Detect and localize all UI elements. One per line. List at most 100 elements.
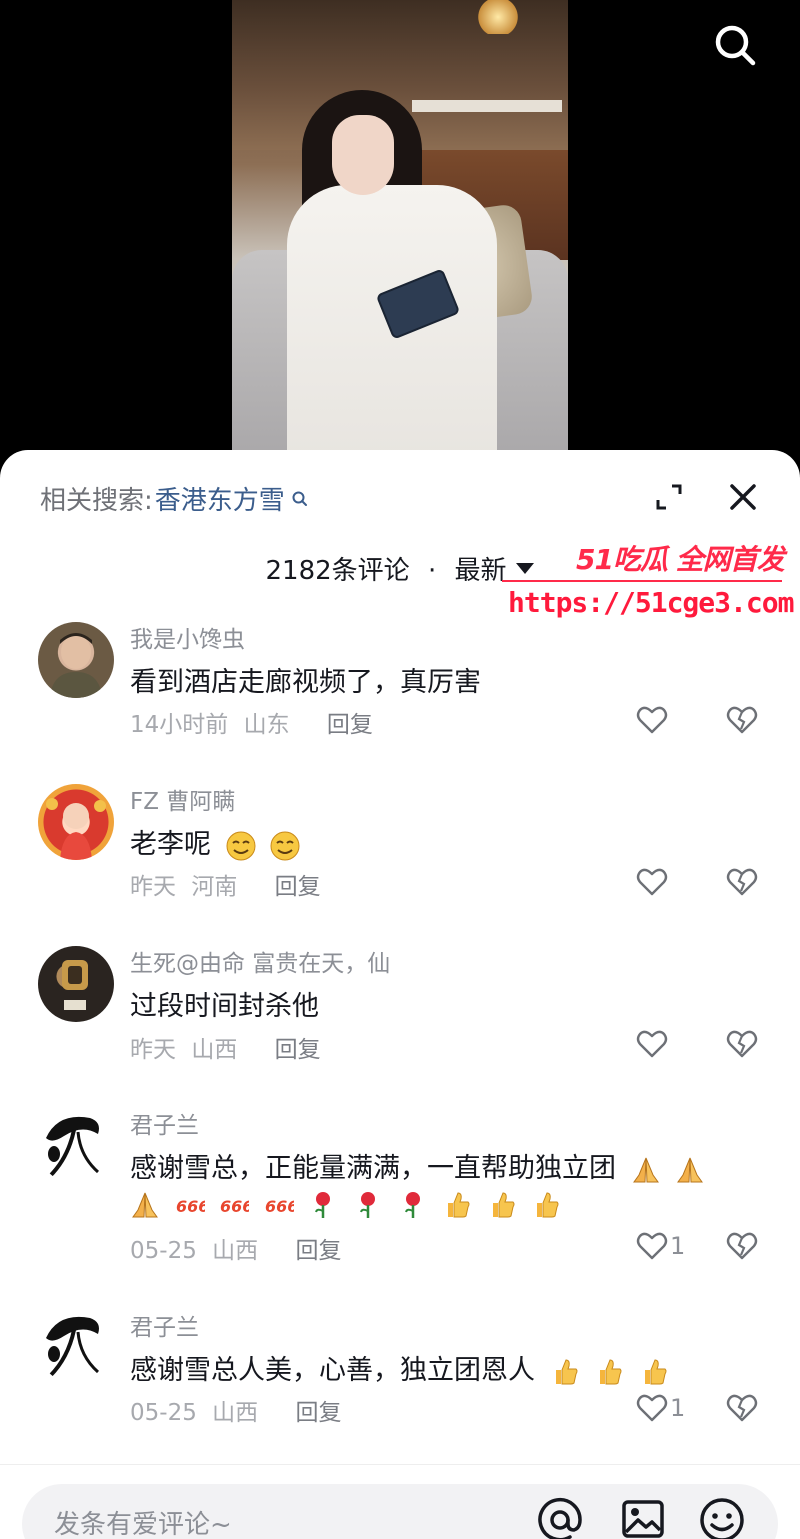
broken-heart-icon[interactable]	[726, 866, 758, 898]
comment-meta: 昨天 河南 回复	[130, 867, 321, 901]
rose-emoji-icon	[315, 1191, 331, 1218]
666-emoji-icon: 666	[176, 1197, 205, 1216]
watermark-underline	[502, 580, 782, 582]
woman-face	[332, 115, 394, 195]
reply-button[interactable]: 回复	[295, 1400, 341, 1426]
heart-icon	[636, 1394, 668, 1422]
comment-author[interactable]: 君子兰	[130, 1106, 199, 1140]
comment-location: 山西	[212, 1238, 259, 1264]
avatar[interactable]	[38, 1108, 114, 1184]
chandelier	[476, 0, 520, 34]
like-button[interactable]: 1	[636, 1230, 685, 1262]
like-button[interactable]	[636, 866, 670, 898]
close-icon[interactable]	[726, 480, 760, 514]
comment-meta: 05-25 山西 回复	[130, 1231, 341, 1265]
comment-time: 昨天	[130, 1037, 176, 1063]
broken-heart-icon[interactable]	[726, 1392, 758, 1424]
reply-button[interactable]: 回复	[295, 1238, 341, 1264]
emoji-icon[interactable]	[698, 1496, 746, 1539]
avatar[interactable]	[38, 1308, 114, 1384]
related-search-label: 相关搜索:	[40, 486, 153, 516]
666-emoji-icon: 666	[265, 1197, 294, 1216]
dining-table	[412, 100, 562, 112]
related-search[interactable]: 相关搜索: 香港东方雪	[40, 480, 309, 517]
comment-author[interactable]: 君子兰	[130, 1308, 199, 1342]
avatar[interactable]	[38, 784, 114, 860]
like-count: 1	[670, 1232, 686, 1260]
broken-heart-icon[interactable]	[726, 1230, 758, 1262]
comment-meta: 05-25 山西 回复	[130, 1393, 341, 1427]
666-emoji-icon: 666	[220, 1197, 249, 1216]
avatar[interactable]	[38, 622, 114, 698]
comment-text: 感谢雪总人美，心善，独立团恩人	[130, 1348, 669, 1387]
comment-text-content: 感谢雪总人美，心善，独立团恩人	[130, 1355, 535, 1386]
watermark-url: https://51cge3.com	[508, 586, 794, 619]
thumbs-up-emoji-icon	[448, 1191, 470, 1217]
thumbs-up-emoji-icon	[537, 1191, 559, 1217]
broken-heart-icon[interactable]	[726, 1028, 758, 1060]
thumbs-up-emoji-icon	[600, 1358, 622, 1384]
reply-button[interactable]: 回复	[327, 712, 373, 738]
expand-icon[interactable]	[652, 480, 686, 514]
like-button[interactable]	[636, 1028, 670, 1060]
comment-text: 看到酒店走廊视频了，真厉害	[130, 667, 481, 698]
comment-author[interactable]: 生死@由命 富贵在天，仙	[130, 944, 390, 978]
rose-emoji-icon	[359, 1191, 375, 1218]
small-search-icon	[292, 491, 307, 506]
reply-button[interactable]: 回复	[275, 1037, 321, 1063]
like-count: 1	[670, 1394, 686, 1422]
like-button[interactable]	[636, 704, 670, 736]
comment-count: 2182条评论	[265, 556, 410, 586]
comment-time: 14小时前	[130, 712, 229, 738]
comment-text: 感谢雪总，正能量满满，一直帮助独立团	[130, 1146, 705, 1185]
comment-time: 05-25	[130, 1400, 197, 1426]
heart-icon	[636, 1030, 668, 1058]
comment-text-content: 感谢雪总，正能量满满，一直帮助独立团	[130, 1153, 616, 1184]
divider	[0, 1464, 800, 1465]
comment-location: 山西	[191, 1037, 238, 1063]
avatar[interactable]	[38, 946, 114, 1022]
image-icon[interactable]	[620, 1496, 666, 1539]
comment-time: 昨天	[130, 874, 176, 900]
comment-text-content: 老李呢	[130, 829, 211, 860]
comment-author[interactable]: FZ 曹阿瞒	[130, 782, 235, 816]
comment-text: 老李呢	[130, 822, 300, 861]
reply-button[interactable]: 回复	[275, 874, 321, 900]
svg-text:666: 666	[220, 1197, 249, 1216]
svg-text:666: 666	[265, 1197, 294, 1216]
avatar-image	[62, 960, 88, 1010]
avatar-image	[50, 633, 102, 698]
thumbs-up-emoji-icon	[555, 1358, 578, 1384]
comment-location: 山东	[243, 712, 290, 738]
thumbs-up-emoji-icon	[644, 1358, 667, 1384]
search-icon[interactable]	[712, 22, 758, 68]
comment-location: 河南	[191, 874, 238, 900]
heart-icon	[636, 706, 668, 734]
related-search-link[interactable]: 香港东方雪	[155, 480, 285, 517]
broken-heart-icon[interactable]	[726, 704, 758, 736]
comment-text: 过段时间封杀他	[130, 991, 319, 1022]
separator: ·	[427, 556, 437, 586]
smirk-emoji-icon	[270, 831, 300, 860]
rose-emoji-icon	[404, 1191, 420, 1218]
like-button[interactable]: 1	[636, 1392, 685, 1424]
pray-emoji-icon	[132, 1192, 158, 1217]
avatar-image	[46, 798, 106, 860]
svg-text:666: 666	[176, 1197, 205, 1216]
comment-panel: 相关搜索: 香港东方雪 2182条评论 · 最新 51吃瓜 全网首发 https…	[0, 450, 800, 1539]
pray-emoji-icon	[677, 1157, 704, 1182]
comment-input-placeholder[interactable]: 发条有爱评论~	[54, 1504, 232, 1539]
comment-emoji-line: 666 666 666	[124, 1188, 561, 1220]
comment-input[interactable]: 发条有爱评论~	[22, 1484, 778, 1539]
comment-author[interactable]: 我是小馋虫	[130, 620, 245, 654]
comment-meta: 14小时前 山东 回复	[130, 705, 373, 739]
thumbs-up-emoji-icon	[492, 1191, 515, 1217]
video-player[interactable]	[0, 0, 800, 470]
avatar-image	[46, 1316, 100, 1378]
smirk-emoji-icon	[226, 831, 256, 860]
video-frame[interactable]	[232, 0, 568, 470]
at-mention-icon[interactable]	[536, 1496, 584, 1539]
watermark: 51吃瓜 全网首发 https://51cge3.com	[498, 538, 798, 628]
heart-icon	[636, 1232, 668, 1260]
avatar-image	[46, 1116, 100, 1178]
